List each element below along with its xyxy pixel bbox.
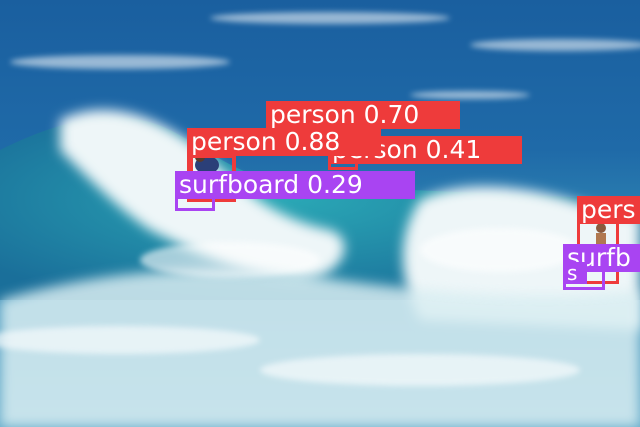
detection-label: person 0.88 bbox=[187, 128, 381, 156]
detection-label: pers bbox=[577, 196, 640, 224]
ocean-wave-photo bbox=[0, 0, 640, 427]
detection-scene: person 0.70 person 0.41 person 0.88 surf… bbox=[0, 0, 640, 427]
detection-label: s bbox=[563, 262, 587, 284]
detection-label: surfboard 0.29 bbox=[175, 171, 415, 199]
detection-label: person 0.70 bbox=[266, 101, 460, 129]
